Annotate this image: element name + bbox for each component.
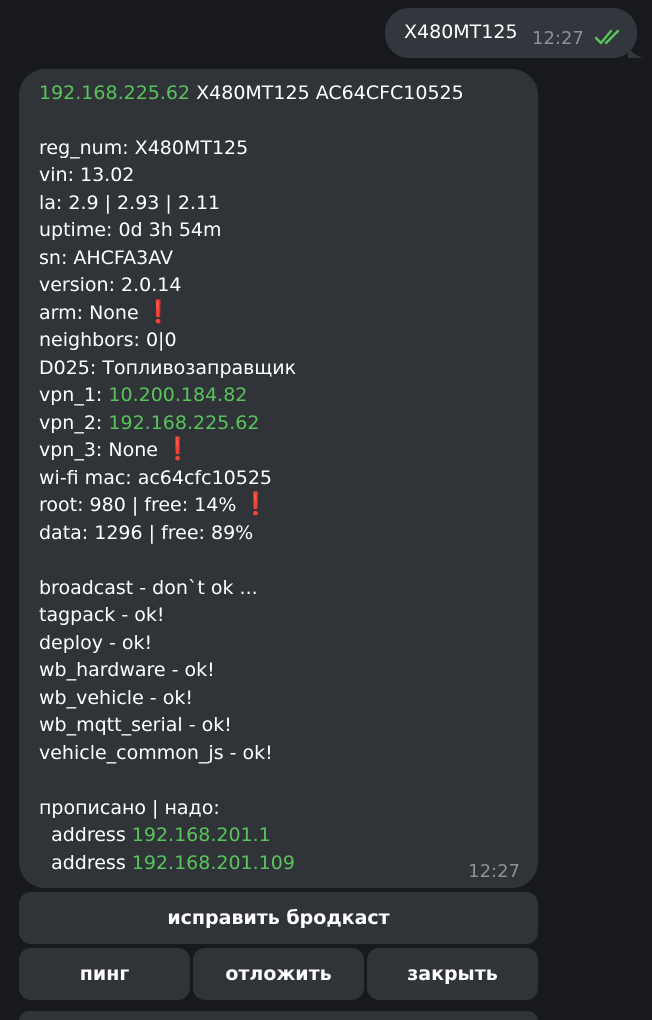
info-line-reg-num: reg_num: X480MT125 bbox=[39, 137, 249, 159]
info-line-neighbors: neighbors: 0|0 bbox=[39, 329, 177, 351]
info-line-root: root: 980 | free: 14% ❗ bbox=[39, 492, 270, 518]
info-line-vin: vin: 13.02 bbox=[39, 164, 135, 186]
outgoing-message-text: X480MT125 bbox=[404, 21, 518, 43]
warning-icon: ❗ bbox=[163, 437, 192, 462]
service-status-broadcast: broadcast - don`t ok ... bbox=[39, 577, 258, 599]
info-line-sn: sn: AHCFA3AV bbox=[39, 247, 173, 269]
routes-title: прописано | надо: bbox=[39, 797, 220, 819]
service-status-wb-vehicle: wb_vehicle - ok! bbox=[39, 687, 193, 709]
info-line-d025: D025: Топливозаправщик bbox=[39, 357, 297, 379]
root-text: root: 980 | free: 14% bbox=[39, 494, 237, 516]
service-status-wb-hardware: wb_hardware - ok! bbox=[39, 659, 215, 681]
fix-broadcast-button[interactable]: исправить бродкаст bbox=[19, 892, 538, 944]
bubble-tail bbox=[628, 44, 644, 58]
info-line-vpn1: vpn_1: 10.200.184.82 bbox=[39, 382, 247, 408]
address-label: address bbox=[39, 824, 132, 846]
address-1-link[interactable]: 192.168.201.1 bbox=[132, 824, 271, 846]
header-device-info: X480MT125 AC64CFC10525 bbox=[190, 82, 464, 104]
info-line-wifi-mac: wi-fi mac: ac64cfc10525 bbox=[39, 467, 273, 489]
close-button[interactable]: закрыть bbox=[367, 948, 538, 1000]
info-line-data: data: 1296 | free: 89% bbox=[39, 522, 254, 544]
vpn2-label: vpn_2: bbox=[39, 412, 109, 434]
service-status-tagpack: tagpack - ok! bbox=[39, 604, 165, 626]
double-check-icon bbox=[594, 29, 620, 45]
info-line-arm: arm: None ❗ bbox=[39, 300, 172, 326]
outgoing-message-time: 12:27 bbox=[532, 28, 584, 49]
arm-text: arm: None bbox=[39, 302, 139, 324]
incoming-message-time: 12:27 bbox=[468, 861, 520, 882]
postpone-button[interactable]: отложить bbox=[193, 948, 364, 1000]
address-2-link[interactable]: 192.168.201.109 bbox=[132, 852, 295, 874]
info-line-uptime: uptime: 0d 3h 54m bbox=[39, 219, 222, 241]
next-message-bubble bbox=[19, 1011, 538, 1020]
info-line-la: la: 2.9 | 2.93 | 2.11 bbox=[39, 192, 221, 214]
info-line-vpn2: vpn_2: 192.168.225.62 bbox=[39, 410, 259, 436]
address-label: address bbox=[39, 852, 132, 874]
warning-icon: ❗ bbox=[242, 492, 270, 517]
route-address-2: address 192.168.201.109 bbox=[39, 850, 295, 876]
warning-icon: ❗ bbox=[144, 300, 173, 325]
service-status-vehicle-common-js: vehicle_common_js - ok! bbox=[39, 742, 273, 764]
incoming-message-bubble[interactable]: 192.168.225.62 X480MT125 AC64CFC10525 re… bbox=[19, 69, 538, 888]
vpn3-text: vpn_3: None bbox=[39, 439, 158, 461]
message-header: 192.168.225.62 X480MT125 AC64CFC10525 bbox=[39, 80, 464, 106]
header-ip-link[interactable]: 192.168.225.62 bbox=[39, 82, 190, 104]
route-address-1: address 192.168.201.1 bbox=[39, 822, 271, 848]
vpn1-label: vpn_1: bbox=[39, 384, 109, 406]
ping-button[interactable]: пинг bbox=[19, 948, 190, 1000]
vpn1-ip-link[interactable]: 10.200.184.82 bbox=[108, 384, 247, 406]
chat-area: X480MT125 12:27 192.168.225.62 X480MT125… bbox=[0, 0, 652, 1020]
vpn2-ip-link[interactable]: 192.168.225.62 bbox=[108, 412, 259, 434]
info-line-vpn3: vpn_3: None ❗ bbox=[39, 437, 191, 463]
service-status-wb-mqtt-serial: wb_mqtt_serial - ok! bbox=[39, 714, 232, 736]
service-status-deploy: deploy - ok! bbox=[39, 632, 153, 654]
outgoing-message-bubble[interactable]: X480MT125 12:27 bbox=[385, 8, 637, 58]
info-line-version: version: 2.0.14 bbox=[39, 274, 182, 296]
